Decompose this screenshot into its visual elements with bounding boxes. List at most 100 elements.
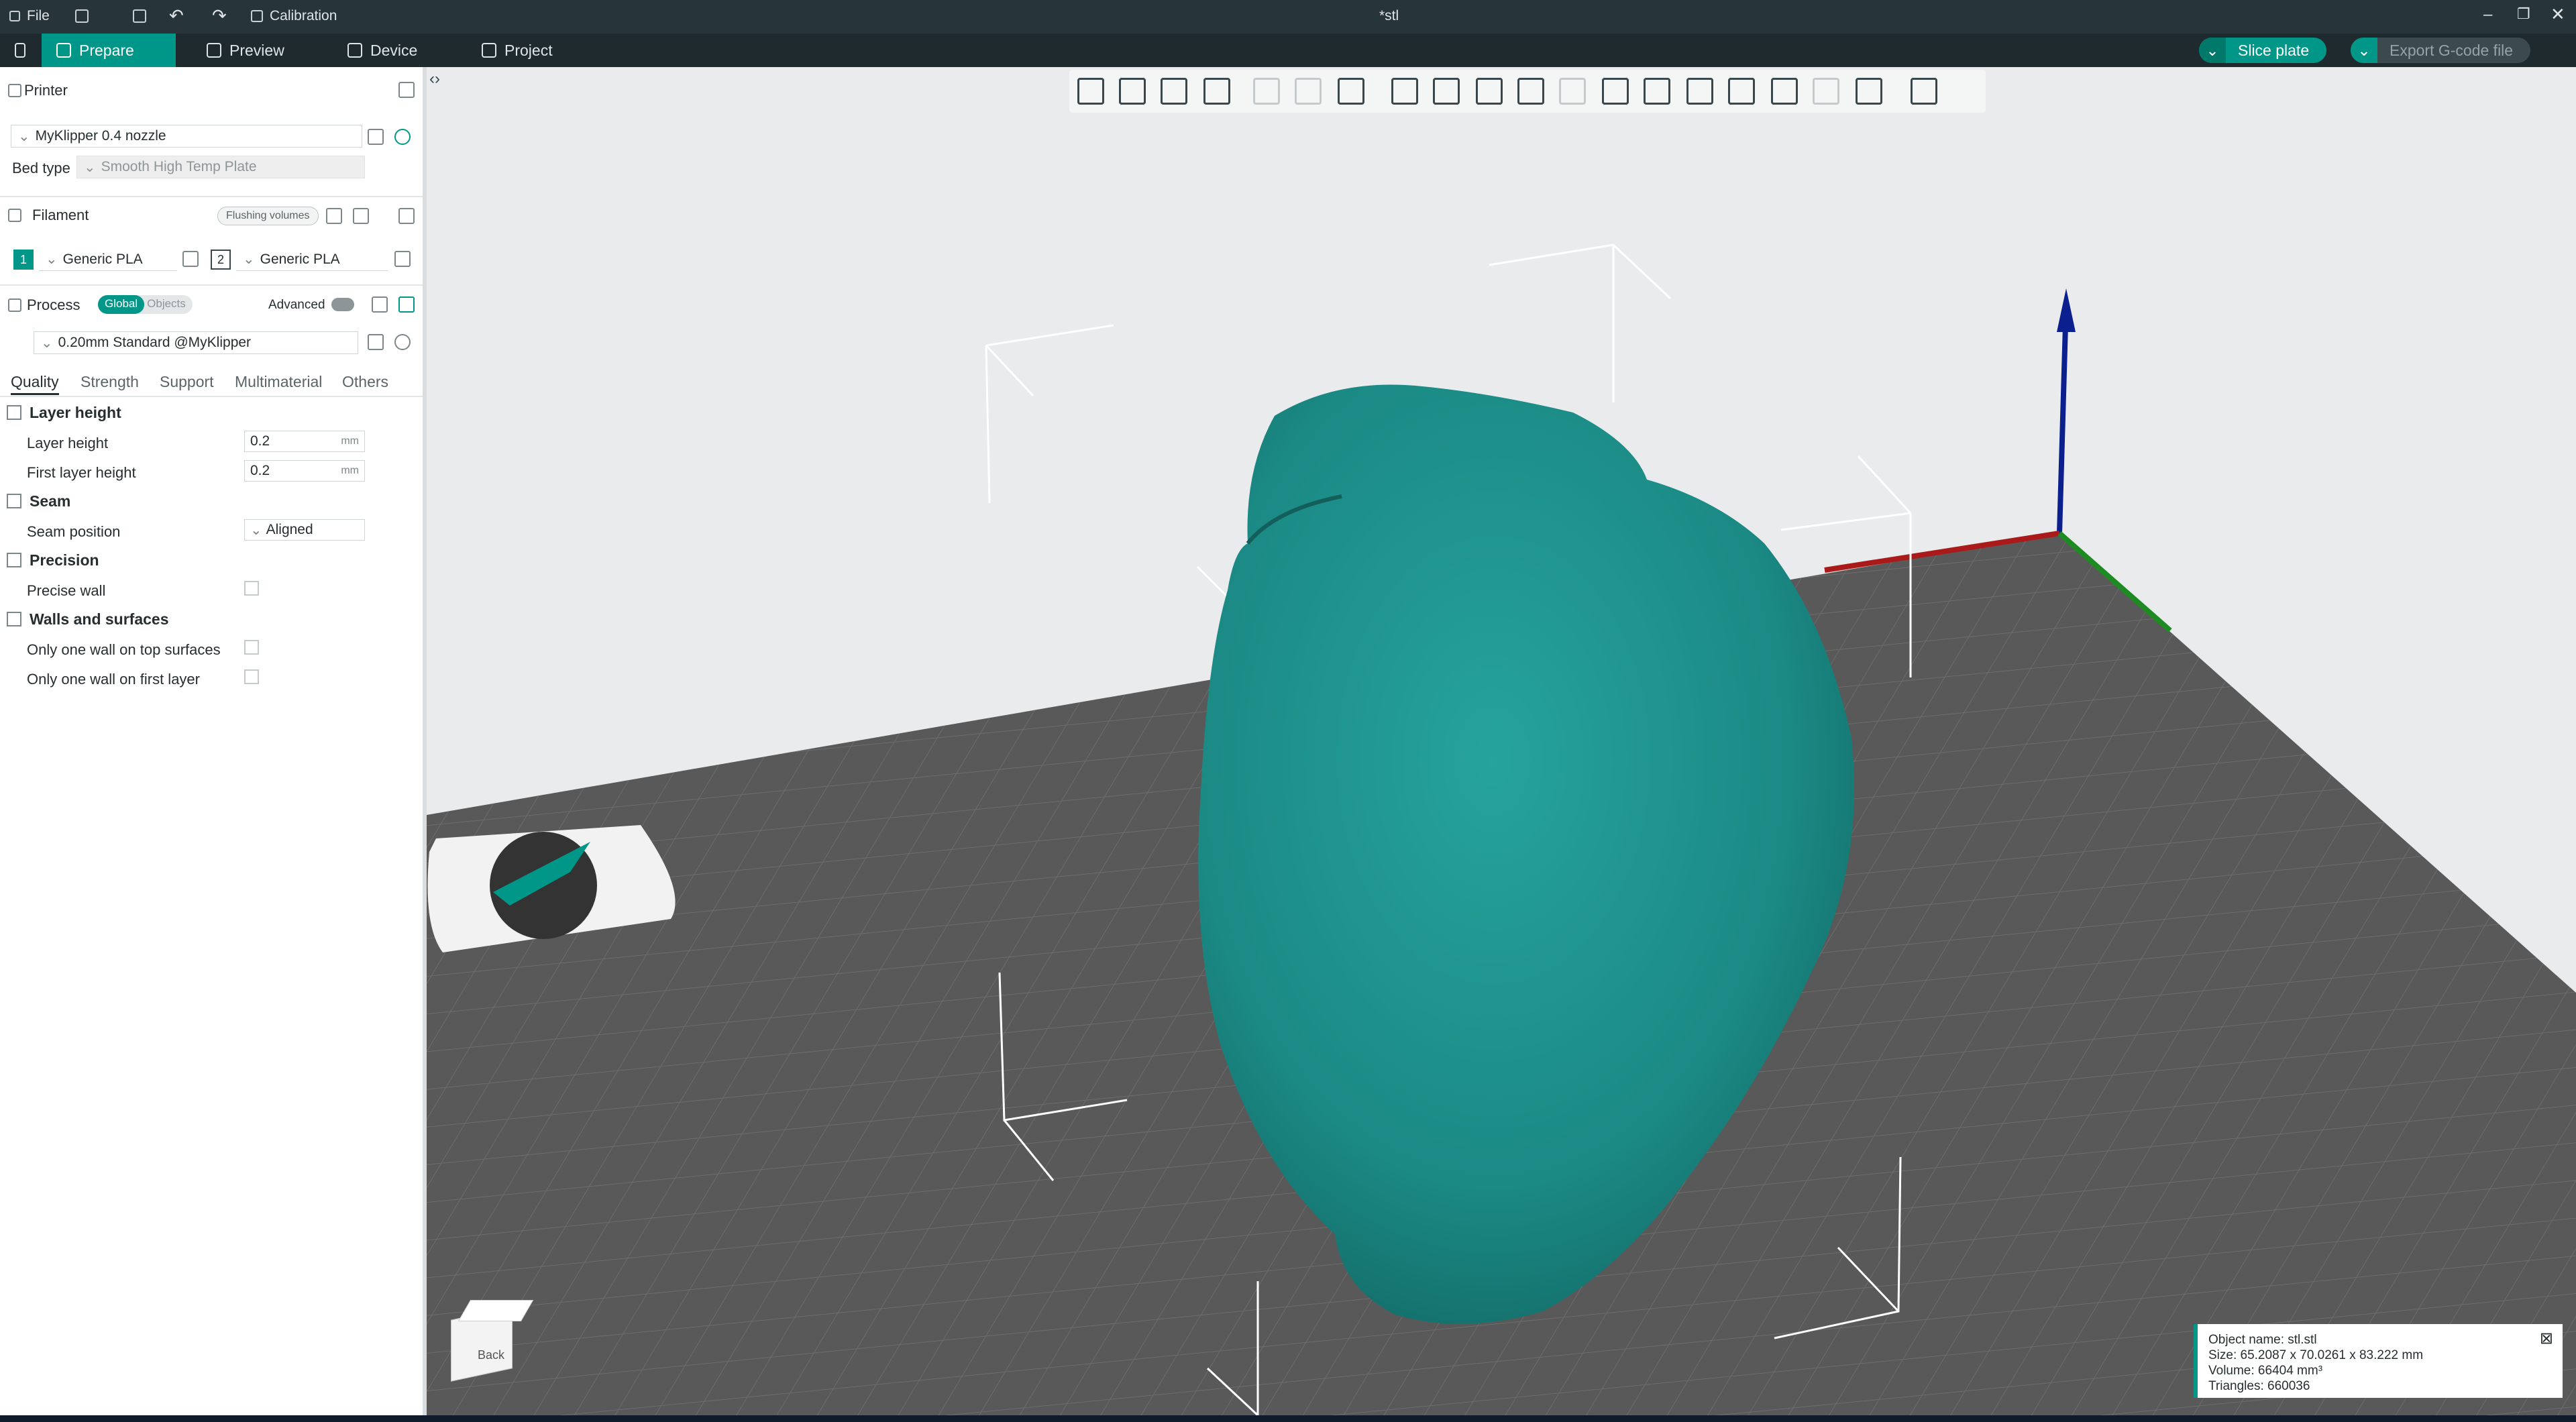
home-icon xyxy=(15,43,25,58)
seam-group: Seam xyxy=(0,488,423,514)
layers-icon[interactable] xyxy=(1338,78,1364,105)
export-gcode-button[interactable]: ⌄ Export G-code file xyxy=(2351,38,2531,63)
one-wall-first-label: Only one wall on first layer xyxy=(27,671,200,688)
filament-slot-1-badge[interactable]: 1 xyxy=(13,250,34,270)
layer-height-label: Layer height xyxy=(27,435,109,451)
filament-2-select[interactable]: ⌄ Generic PLA xyxy=(236,248,388,271)
home-button[interactable] xyxy=(0,34,40,67)
add-filament-icon[interactable] xyxy=(326,208,342,224)
auto-orient-icon[interactable] xyxy=(1161,78,1187,105)
minimize-icon[interactable]: – xyxy=(2483,5,2492,24)
view-cube-back-label: Back xyxy=(478,1348,505,1362)
slice-plate-button[interactable]: ⌄ Slice plate xyxy=(2199,38,2327,63)
bed-type-select[interactable]: ⌄ Smooth High Temp Plate xyxy=(76,156,365,178)
filament-settings-icon[interactable] xyxy=(398,208,415,224)
assembly-icon[interactable] xyxy=(1813,78,1839,105)
seam-icon xyxy=(7,494,21,508)
search-icon[interactable] xyxy=(394,334,411,350)
filament-2-name: Generic PLA xyxy=(260,251,340,267)
seam-paint-icon[interactable] xyxy=(1644,78,1670,105)
tab-strength[interactable]: Strength xyxy=(80,373,139,391)
undo-icon[interactable]: ↶ xyxy=(169,5,184,26)
one-wall-first-checkbox[interactable] xyxy=(244,669,259,684)
first-layer-height-input[interactable]: 0.2 mm xyxy=(244,460,365,482)
collapse-sidebar-icon[interactable]: ‹› xyxy=(429,70,440,89)
tab-multimaterial[interactable]: Multimaterial xyxy=(235,373,322,391)
seam-position-select[interactable]: ⌄ Aligned xyxy=(244,519,365,541)
rotate-icon[interactable] xyxy=(1433,78,1460,105)
file-menu[interactable]: File xyxy=(9,8,50,24)
printer-settings-icon[interactable] xyxy=(398,82,415,98)
move-icon[interactable] xyxy=(1391,78,1418,105)
layer-height-input[interactable]: 0.2 mm xyxy=(244,431,365,452)
remove-filament-icon[interactable] xyxy=(353,208,369,224)
edit-filament-2-icon[interactable] xyxy=(394,251,411,267)
compare-presets-icon[interactable] xyxy=(372,296,388,313)
fit-view-icon[interactable] xyxy=(1856,78,1882,105)
filament-slot-2-number: 2 xyxy=(217,252,224,266)
toolbar-toggle-icon[interactable] xyxy=(1911,78,1937,105)
support-paint-icon[interactable] xyxy=(1602,78,1629,105)
objects-toggle[interactable]: Objects xyxy=(144,295,193,314)
measure-icon[interactable] xyxy=(1771,78,1798,105)
arrange-icon[interactable] xyxy=(1203,78,1230,105)
printer-header-label: Printer xyxy=(24,82,68,99)
save-preset-icon[interactable] xyxy=(368,334,384,350)
text-icon[interactable] xyxy=(1728,78,1755,105)
tab-others[interactable]: Others xyxy=(342,373,388,391)
view-cube[interactable]: Back xyxy=(451,1300,534,1382)
process-header-label: Process xyxy=(27,296,80,313)
redo-icon[interactable]: ↷ xyxy=(212,5,227,26)
flushing-volumes-button[interactable]: Flushing volumes xyxy=(217,207,319,225)
filament-1-select[interactable]: ⌄ Generic PLA xyxy=(39,248,177,271)
bed-type-value: Smooth High Temp Plate xyxy=(101,159,257,174)
layer-height-group: Layer height xyxy=(0,400,423,425)
global-toggle[interactable]: Global xyxy=(98,295,145,314)
scene-canvas xyxy=(427,243,2576,1415)
object-triangles: Triangles: 660036 xyxy=(2208,1379,2310,1393)
tab-prepare[interactable]: Prepare xyxy=(42,34,176,67)
add-plate-icon[interactable] xyxy=(1119,78,1146,105)
save-icon[interactable] xyxy=(133,9,146,23)
3d-viewport[interactable]: Back xyxy=(427,67,2576,1415)
wifi-icon[interactable] xyxy=(394,129,411,145)
viewport-toolbar xyxy=(1069,70,1986,113)
lay-on-face-icon[interactable] xyxy=(1517,78,1544,105)
edit-filament-1-icon[interactable] xyxy=(182,251,199,267)
cut-icon[interactable] xyxy=(1559,78,1586,105)
edit-printer-icon[interactable] xyxy=(368,129,384,145)
split-objects-icon[interactable] xyxy=(1253,78,1280,105)
one-wall-top-checkbox[interactable] xyxy=(244,640,259,655)
add-object-icon[interactable] xyxy=(1077,78,1104,105)
global-objects-toggle[interactable]: Global Objects xyxy=(98,295,193,314)
restore-icon[interactable]: ❐ xyxy=(2517,5,2530,23)
close-window-icon[interactable]: ✕ xyxy=(2551,4,2565,25)
tab-project-label: Project xyxy=(504,41,553,59)
fuzzy-skin-icon[interactable] xyxy=(1686,78,1713,105)
tab-preview[interactable]: Preview xyxy=(192,34,299,67)
split-parts-icon[interactable] xyxy=(1295,78,1322,105)
preview-icon xyxy=(207,43,221,58)
filament-slot-2-badge[interactable]: 2 xyxy=(211,250,231,270)
printer-icon xyxy=(8,84,21,97)
tab-support[interactable]: Support xyxy=(160,373,214,391)
settings-tabs: Quality Strength Support Multimaterial O… xyxy=(0,368,423,397)
advanced-switch[interactable] xyxy=(331,298,354,311)
scale-icon[interactable] xyxy=(1476,78,1503,105)
chevron-down-icon[interactable]: ⌄ xyxy=(2351,38,2377,63)
process-preset-select[interactable]: ⌄ 0.20mm Standard @MyKlipper xyxy=(34,331,358,354)
precise-wall-checkbox[interactable] xyxy=(244,581,259,596)
filament-header-label: Filament xyxy=(32,207,89,223)
walls-surfaces-group: Walls and surfaces xyxy=(0,606,423,632)
close-icon[interactable]: ⊠ xyxy=(2540,1331,2553,1347)
calibration-menu[interactable]: Calibration xyxy=(251,8,337,24)
printer-select[interactable]: ⌄ MyKlipper 0.4 nozzle xyxy=(11,125,362,148)
tab-device[interactable]: Device xyxy=(333,34,432,67)
process-settings-icon[interactable] xyxy=(398,296,415,313)
precise-wall-label: Precise wall xyxy=(27,582,106,599)
tab-project[interactable]: Project xyxy=(467,34,568,67)
chevron-down-icon[interactable]: ⌄ xyxy=(2199,38,2226,63)
file-menu-icon xyxy=(9,11,20,21)
tab-quality[interactable]: Quality xyxy=(11,373,59,395)
notes-icon[interactable] xyxy=(75,9,89,23)
